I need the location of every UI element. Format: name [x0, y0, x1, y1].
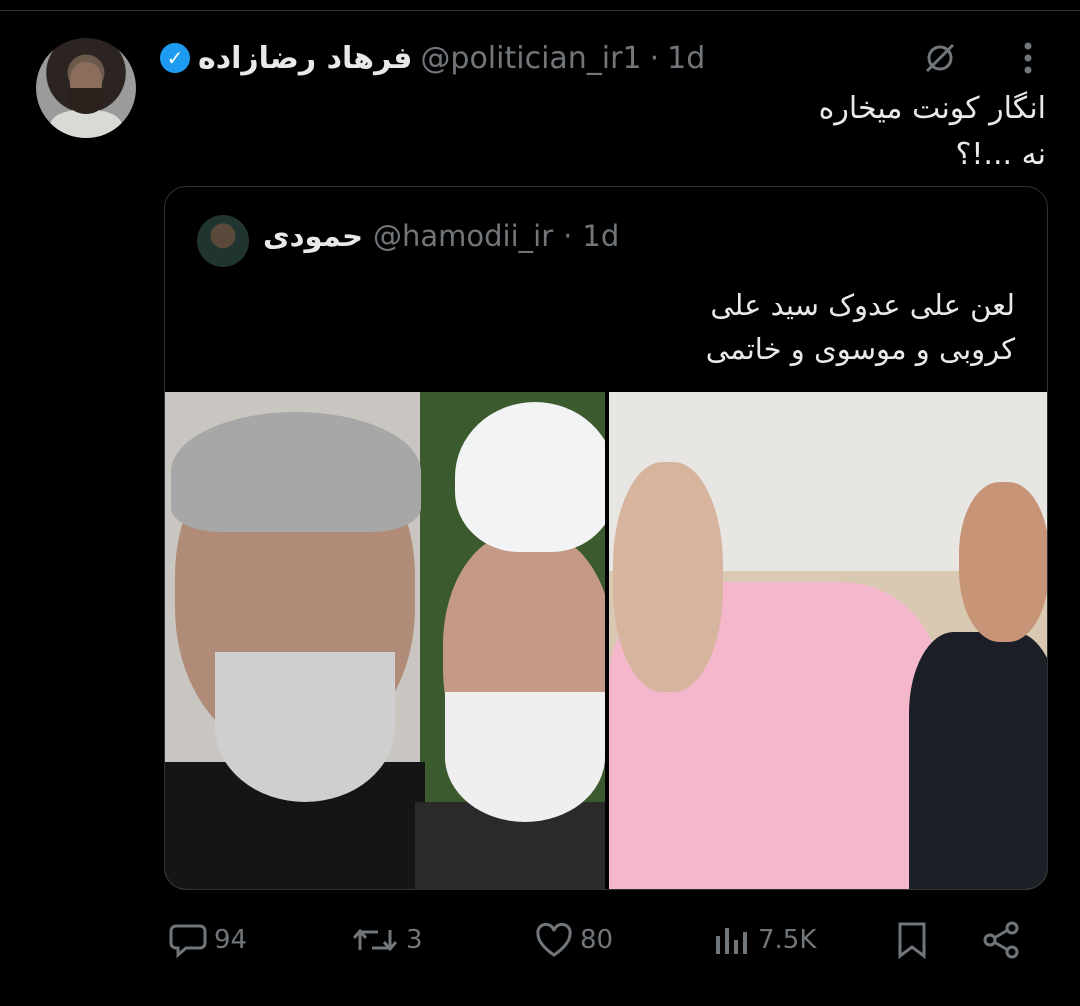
views-icon	[712, 922, 752, 958]
like-count: 80	[580, 925, 614, 955]
avatar-shirt	[50, 110, 122, 138]
author-handle[interactable]: @politician_ir1	[420, 41, 641, 76]
separator-dot: ·	[649, 40, 660, 76]
quoted-author-avatar[interactable]	[197, 215, 249, 267]
action-bar: 94 3 80 7.5K	[0, 910, 1080, 970]
more-icon[interactable]	[1006, 36, 1050, 80]
repost-button[interactable]: 3	[350, 910, 423, 970]
photo-right[interactable]	[609, 392, 1047, 889]
photo-figure	[613, 462, 723, 692]
photo-left[interactable]	[165, 392, 605, 889]
tweet-header: ✓ فرهاد رضازاده @politician_ir1 · 1d	[160, 36, 705, 80]
reply-button[interactable]: 94	[168, 910, 247, 970]
grok-icon[interactable]	[918, 36, 962, 80]
views-button[interactable]: 7.5K	[712, 910, 816, 970]
author-display-name[interactable]: فرهاد رضازاده	[198, 41, 412, 76]
photo-figure	[455, 402, 605, 552]
like-button[interactable]: 80	[534, 910, 613, 970]
like-icon	[534, 922, 574, 958]
bookmark-icon	[894, 921, 930, 959]
verified-badge-icon: ✓	[160, 43, 190, 73]
share-button[interactable]	[980, 910, 1022, 970]
quoted-author-handle[interactable]: @hamodii_ir	[373, 219, 553, 253]
divider	[0, 10, 1080, 11]
reply-icon	[168, 922, 208, 958]
tweet-text: انگار کونت میخاره نه ...!؟	[818, 91, 1046, 172]
quoted-tweet-timestamp[interactable]: 1d	[582, 219, 619, 253]
reply-count: 94	[214, 925, 248, 955]
quoted-author-display-name[interactable]: حمودی	[263, 219, 363, 253]
views-count: 7.5K	[758, 925, 817, 955]
quoted-tweet[interactable]: حمودی @hamodii_ir · 1d لعن علی عدوک سید …	[164, 186, 1048, 890]
share-icon	[980, 920, 1022, 960]
avatar-beard	[68, 88, 104, 114]
photo-figure	[909, 632, 1047, 889]
media-grid	[165, 392, 1047, 889]
photo-figure	[959, 482, 1047, 642]
photo-figure	[445, 692, 605, 822]
quoted-tweet-header: حمودی @hamodii_ir · 1d	[263, 219, 619, 253]
repost-icon	[350, 922, 400, 958]
separator-dot: ·	[563, 219, 573, 253]
repost-count: 3	[406, 925, 423, 955]
photo-figure	[215, 652, 395, 802]
quoted-tweet-text: لعن علی عدوک سید علی کروبی و موسوی و خات…	[705, 288, 1015, 366]
photo-figure	[171, 412, 421, 532]
tweet-timestamp[interactable]: 1d	[667, 41, 705, 76]
author-avatar[interactable]	[36, 38, 136, 138]
bookmark-button[interactable]	[894, 910, 930, 970]
